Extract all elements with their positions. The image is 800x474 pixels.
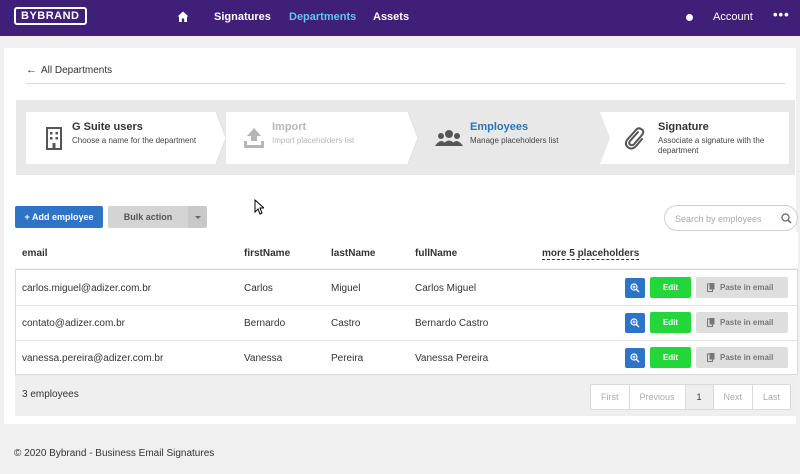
paste-in-email-button[interactable]: Paste in email (696, 277, 788, 298)
paperclip-icon (624, 127, 645, 150)
search-input[interactable] (675, 212, 775, 226)
page-last[interactable]: Last (753, 385, 790, 409)
step-title: Signature (658, 121, 709, 133)
top-navigation-bar: BYBRAND Signatures Departments Assets Ac… (0, 0, 800, 36)
users-icon (435, 130, 463, 146)
step-employees[interactable]: Employees Manage placeholders list (418, 112, 600, 164)
main-card: ← All Departments G Suite users Choose a … (4, 48, 798, 424)
add-employee-button[interactable]: + Add employee (15, 206, 103, 228)
clipboard-icon (707, 283, 715, 292)
step-signature[interactable]: Signature Associate a signature with the… (610, 112, 789, 164)
nav-departments[interactable]: Departments (289, 11, 356, 23)
cell-firstname: Vanessa (244, 353, 283, 364)
cell-lastname: Pereira (331, 353, 364, 364)
step-title: Import (272, 121, 307, 133)
more-placeholders-link[interactable]: more 5 placeholders (542, 248, 640, 260)
nav-signatures[interactable]: Signatures (214, 11, 271, 23)
account-menu[interactable]: Account (713, 11, 753, 23)
cell-fullname: Bernardo Castro (415, 318, 489, 329)
page-previous[interactable]: Previous (630, 385, 686, 409)
step-separator (216, 112, 226, 164)
step-subtitle: Associate a signature with the departmen… (658, 136, 765, 155)
employees-table-panel: email firstName lastName fullName more 5… (15, 232, 798, 416)
back-link[interactable]: ← All Departments (26, 64, 112, 76)
pagination: First Previous 1 Next Last (590, 384, 792, 410)
step-separator (408, 112, 418, 164)
table-header: email firstName lastName fullName more 5… (15, 232, 798, 268)
status-dot (686, 14, 693, 21)
clipboard-icon (707, 353, 715, 362)
preview-button[interactable] (625, 278, 645, 298)
step-title: Employees (470, 121, 529, 133)
table-row: contato@adizer.com.br Bernardo Castro Be… (16, 305, 797, 341)
mouse-cursor-icon (254, 199, 264, 215)
cell-lastname: Miguel (331, 283, 361, 294)
cell-email: contato@adizer.com.br (22, 318, 125, 329)
cell-fullname: Carlos Miguel (415, 283, 477, 294)
step-title: G Suite users (72, 121, 143, 133)
edit-button[interactable]: Edit (650, 277, 691, 298)
cell-lastname: Castro (331, 318, 361, 329)
table-row: vanessa.pereira@adizer.com.br Vanessa Pe… (16, 340, 797, 376)
search-icon[interactable] (781, 213, 792, 224)
edit-button[interactable]: Edit (650, 347, 691, 368)
bybrand-logo[interactable]: BYBRAND (14, 7, 87, 25)
cell-firstname: Bernardo (244, 318, 286, 329)
step-subtitle: Choose a name for the department (72, 136, 197, 145)
cell-firstname: Carlos (244, 283, 273, 294)
step-separator (600, 112, 610, 164)
paste-label: Paste in email (720, 318, 774, 327)
column-header-fullname[interactable]: fullName (415, 248, 457, 259)
employee-count: 3 employees (22, 389, 79, 400)
paste-in-email-button[interactable]: Paste in email (696, 347, 788, 368)
step-gsuite-users[interactable]: G Suite users Choose a name for the depa… (26, 112, 216, 164)
zoom-in-icon (630, 283, 640, 293)
preview-button[interactable] (625, 348, 645, 368)
divider (26, 83, 785, 84)
column-header-email[interactable]: email (22, 248, 48, 259)
table-row: carlos.miguel@adizer.com.br Carlos Migue… (16, 270, 797, 306)
stepper: G Suite users Choose a name for the depa… (16, 100, 795, 175)
paste-label: Paste in email (720, 283, 774, 292)
edit-button[interactable]: Edit (650, 312, 691, 333)
page-number[interactable]: 1 (685, 385, 714, 409)
nav-assets[interactable]: Assets (373, 11, 409, 23)
more-options-icon[interactable]: ••• (773, 7, 790, 22)
column-header-firstname[interactable]: firstName (244, 248, 290, 259)
step-subtitle: Manage placeholders list (470, 136, 559, 145)
bulk-action-dropdown[interactable] (188, 206, 207, 228)
cell-fullname: Vanessa Pereira (415, 353, 489, 364)
page-first[interactable]: First (591, 385, 630, 409)
search-box (664, 205, 798, 231)
clipboard-icon (707, 318, 715, 327)
zoom-in-icon (630, 353, 640, 363)
paste-label: Paste in email (720, 353, 774, 362)
cell-email: carlos.miguel@adizer.com.br (22, 283, 152, 294)
home-icon[interactable] (177, 11, 189, 23)
bulk-action-button[interactable]: Bulk action (108, 206, 188, 228)
zoom-in-icon (630, 318, 640, 328)
building-icon (46, 127, 62, 150)
arrow-left-icon: ← (26, 64, 37, 76)
step-import: Import Import placeholders list (226, 112, 408, 164)
paste-in-email-button[interactable]: Paste in email (696, 312, 788, 333)
column-header-lastname[interactable]: lastName (331, 248, 375, 259)
cell-email: vanessa.pereira@adizer.com.br (22, 353, 164, 364)
preview-button[interactable] (625, 313, 645, 333)
back-link-label: All Departments (41, 65, 113, 76)
step-subtitle: Import placeholders list (272, 136, 355, 145)
page-next[interactable]: Next (714, 385, 754, 409)
footer-copyright: © 2020 Bybrand - Business Email Signatur… (14, 448, 215, 459)
upload-icon (244, 128, 264, 148)
table-body: carlos.miguel@adizer.com.br Carlos Migue… (15, 269, 798, 375)
